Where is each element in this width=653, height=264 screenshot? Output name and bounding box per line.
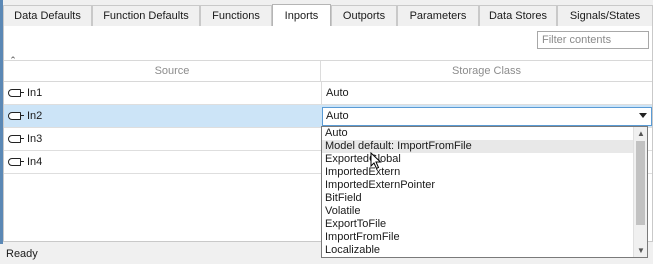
storage-class-options-list[interactable]: Auto Model default: ImportFromFile Expor… <box>321 126 648 258</box>
tab-function-defaults[interactable]: Function Defaults <box>92 5 200 26</box>
tab-strip: Data Defaults Function Defaults Function… <box>3 4 653 26</box>
storage-class-dropdown[interactable]: Auto <box>322 107 652 126</box>
dropdown-arrow-icon[interactable] <box>639 113 647 118</box>
inport-icon <box>8 135 24 143</box>
dropdown-option[interactable]: Volatile <box>322 205 647 218</box>
scroll-up-icon[interactable]: ▲ <box>637 130 645 138</box>
column-header-storage-class[interactable]: Storage Class <box>321 61 652 81</box>
inport-icon <box>8 112 24 120</box>
tab-signals-states[interactable]: Signals/States <box>557 5 653 26</box>
table-row-selected[interactable]: In2 Auto <box>4 105 652 128</box>
sort-up-icon[interactable]: ⌃ <box>6 55 20 65</box>
mouse-pointer-icon <box>370 152 382 170</box>
filter-contents-input[interactable] <box>537 31 649 49</box>
tab-data-stores[interactable]: Data Stores <box>479 5 557 26</box>
status-text: Ready <box>6 248 38 260</box>
tab-parameters[interactable]: Parameters <box>397 5 479 26</box>
inport-icon <box>8 158 24 166</box>
inport-icon <box>8 89 24 97</box>
tab-functions[interactable]: Functions <box>200 5 272 26</box>
tab-outports[interactable]: Outports <box>331 5 397 26</box>
dropdown-option[interactable]: Localizable <box>322 244 647 257</box>
storage-class-value[interactable]: Auto <box>326 82 349 104</box>
table-header: ⌃ Source Storage Class <box>4 55 652 82</box>
table-row[interactable]: In1 Auto <box>4 82 652 105</box>
tab-data-defaults[interactable]: Data Defaults <box>3 5 92 26</box>
source-name: In2 <box>27 110 43 122</box>
column-divider <box>321 82 322 104</box>
tab-inports[interactable]: Inports <box>272 4 331 26</box>
dropdown-option[interactable]: ExportToFile <box>322 218 647 231</box>
dropdown-option[interactable]: BitField <box>322 192 647 205</box>
column-header-source[interactable]: Source <box>24 61 321 81</box>
dropdown-option[interactable]: ImportedExternPointer <box>322 179 647 192</box>
source-name: In4 <box>27 156 43 168</box>
dropdown-value: Auto <box>326 110 349 122</box>
scroll-down-icon[interactable]: ▼ <box>637 247 645 255</box>
dropdown-scrollbar[interactable]: ▲ ▼ <box>633 127 647 257</box>
dropdown-option[interactable]: Auto <box>322 127 647 140</box>
scrollbar-thumb[interactable] <box>636 141 645 225</box>
source-name: In1 <box>27 87 43 99</box>
source-name: In3 <box>27 133 43 145</box>
dropdown-option[interactable]: ImportFromFile <box>322 231 647 244</box>
